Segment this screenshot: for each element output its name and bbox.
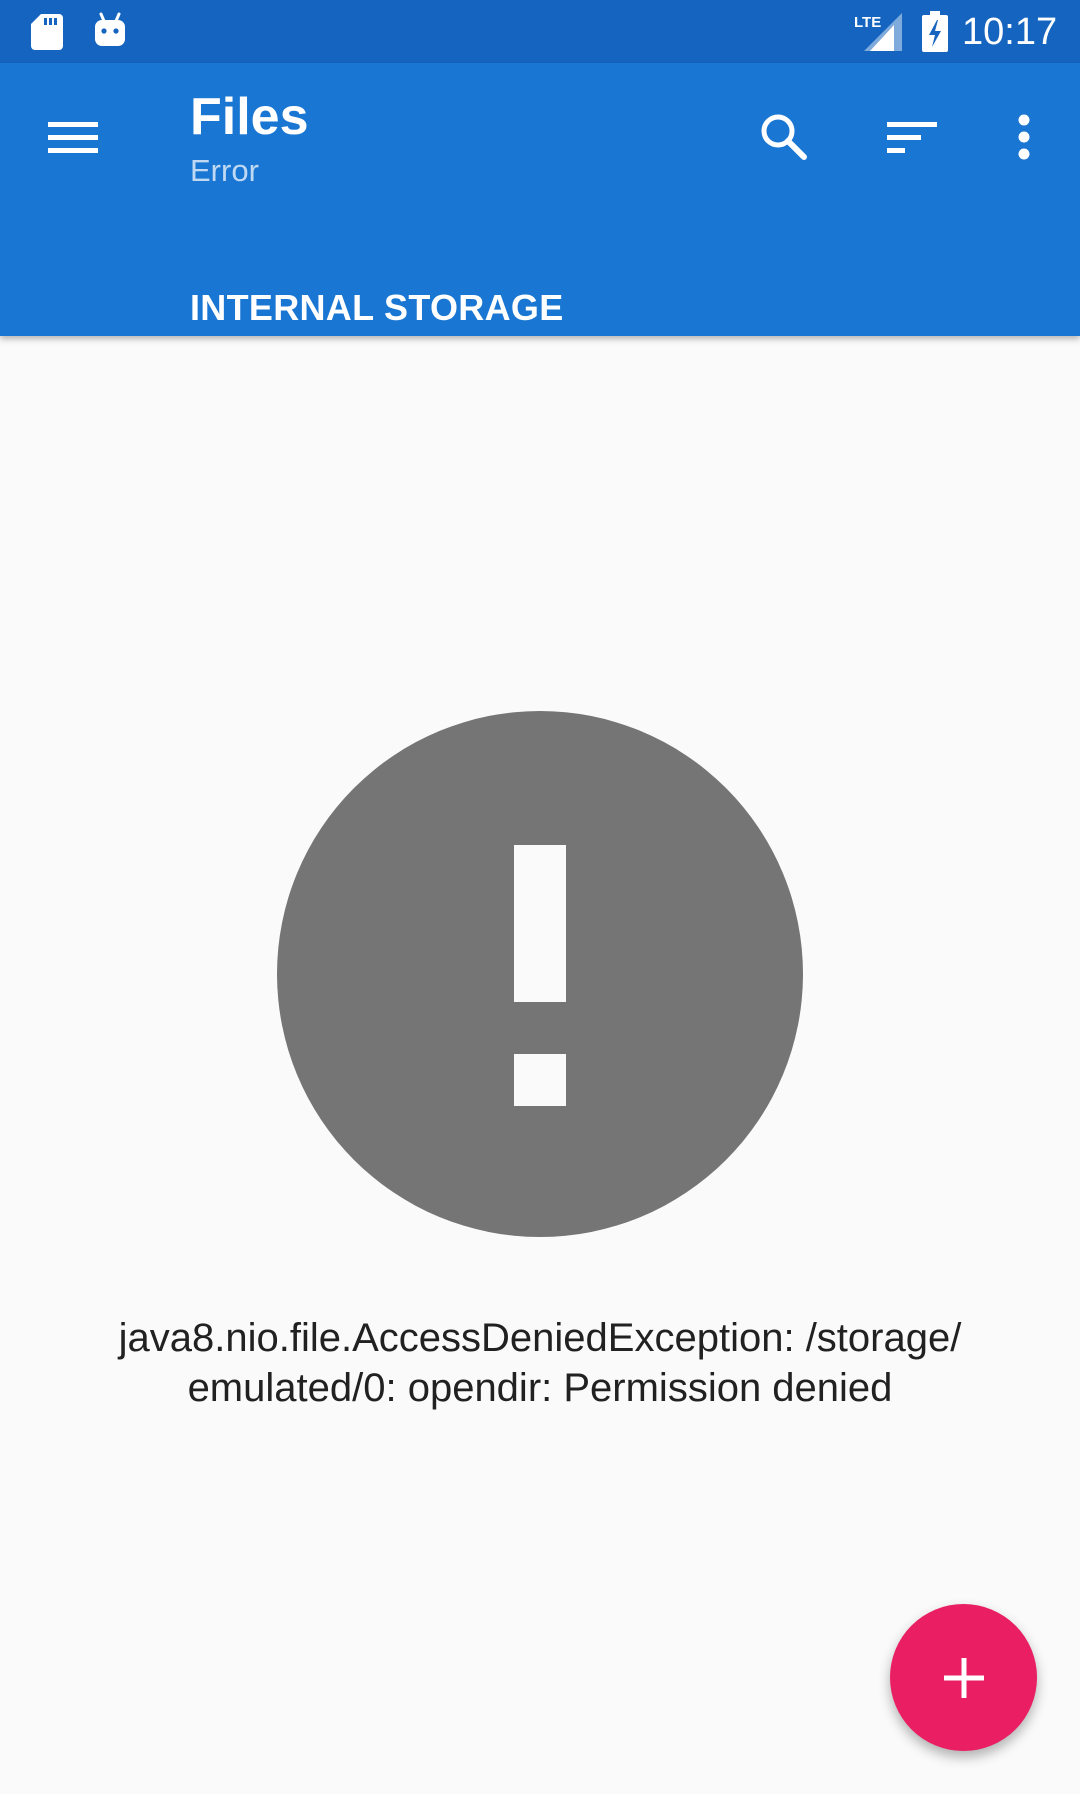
network-label: LTE <box>854 14 881 31</box>
android-bot-icon <box>95 12 125 46</box>
app-title: Files <box>190 88 309 146</box>
sort-button[interactable] <box>864 89 960 185</box>
status-bar: LTE 10:17 <box>0 0 1080 63</box>
sd-card-icon <box>31 14 63 50</box>
breadcrumb-label: INTERNAL STORAGE <box>190 287 564 328</box>
breadcrumb-internal-storage[interactable]: INTERNAL STORAGE <box>170 283 584 355</box>
more-vert-icon <box>1018 114 1030 160</box>
search-button[interactable] <box>736 89 832 185</box>
add-fab-button[interactable] <box>890 1604 1037 1751</box>
lte-signal-icon: LTE <box>854 13 902 51</box>
more-options-button[interactable] <box>976 89 1072 185</box>
add-icon <box>943 1657 984 1698</box>
battery-charging-icon <box>922 11 948 52</box>
app-subtitle: Error <box>190 153 259 188</box>
search-icon <box>761 114 807 160</box>
app-bar: Files Error INTERNAL STORAGE <box>0 63 1080 336</box>
error-icon <box>277 711 803 1237</box>
status-clock: 10:17 <box>962 11 1058 53</box>
menu-icon <box>48 122 98 153</box>
sort-icon <box>887 122 937 153</box>
navigation-menu-button[interactable] <box>25 89 121 185</box>
error-message: java8.nio.file.AccessDeniedException: /s… <box>118 1316 962 1410</box>
